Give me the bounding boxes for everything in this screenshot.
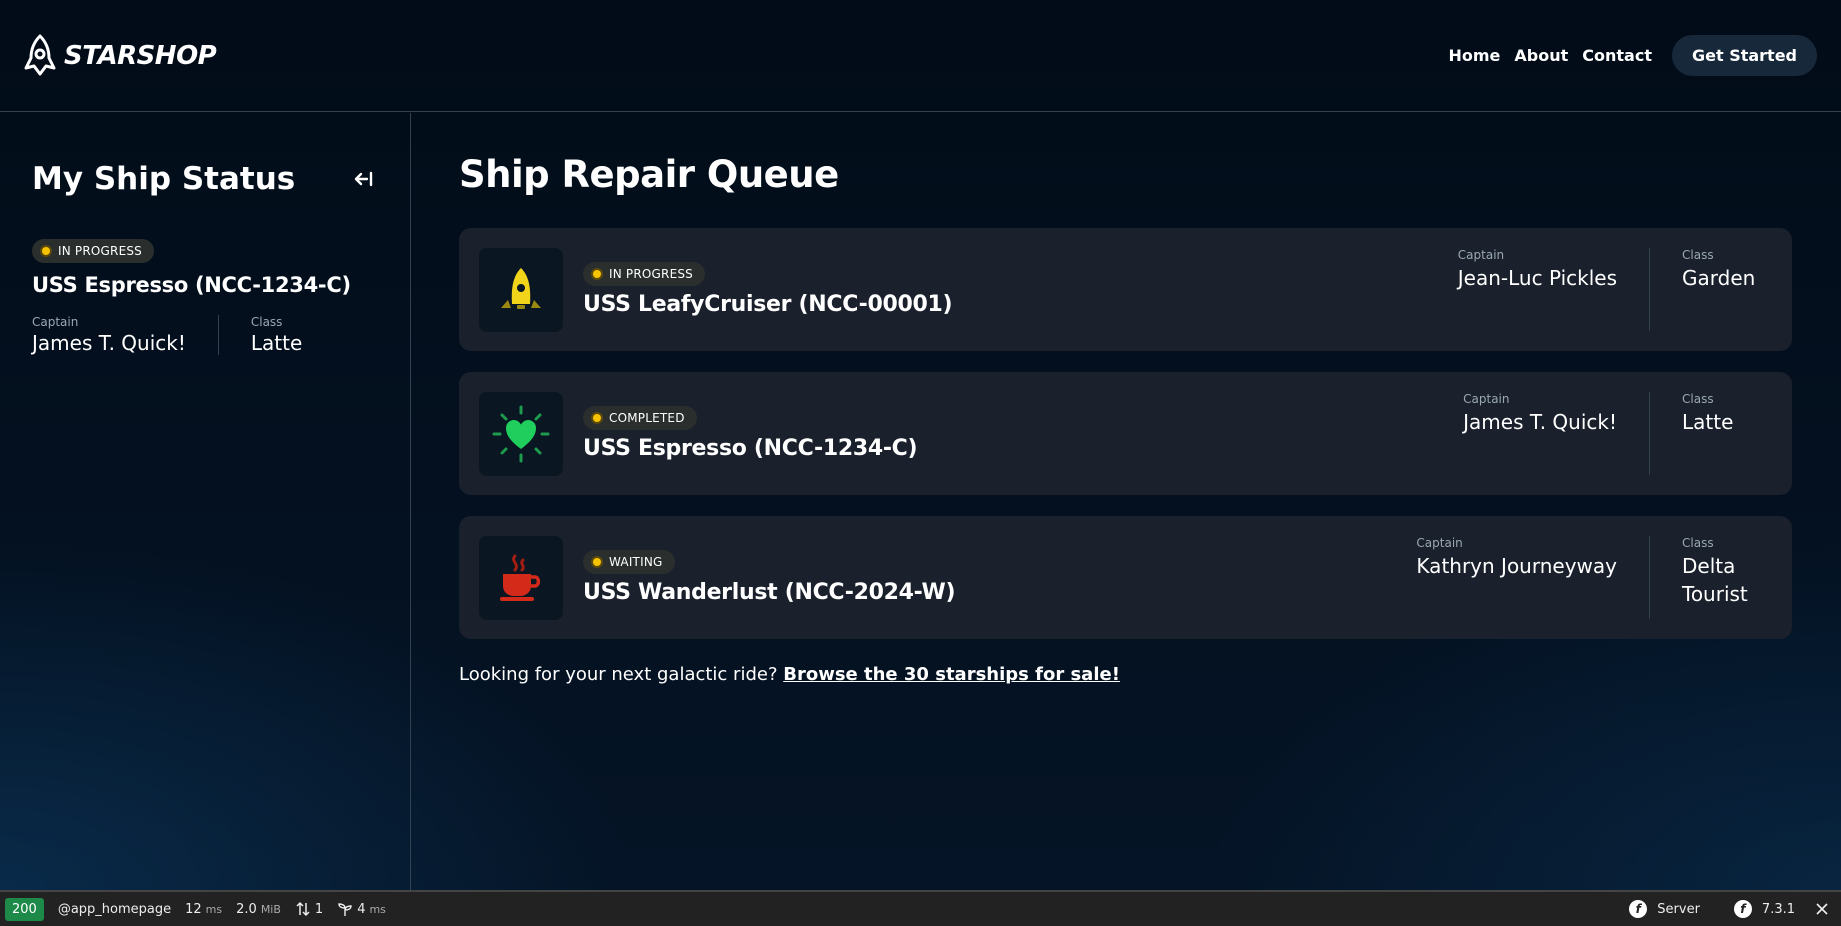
heart-icon	[492, 405, 550, 462]
class-block: Class Latte	[219, 315, 302, 355]
captain-value: James T. Quick!	[32, 331, 186, 355]
browse-note-text: Looking for your next galactic ride?	[459, 664, 778, 685]
captain-block: Captain James T. Quick!	[1463, 392, 1650, 475]
captain-block: Captain Jean-Luc Pickles	[1458, 248, 1650, 331]
server-info[interactable]: f Server	[1629, 900, 1700, 918]
captain-label: Captain	[1463, 392, 1510, 406]
ship-image	[479, 247, 563, 332]
status-dot-icon	[593, 414, 601, 422]
browse-starships-link[interactable]: Browse the 30 starships for sale!	[783, 664, 1120, 685]
twig-icon	[338, 903, 352, 916]
memory-usage[interactable]: 2.0 MiB	[236, 902, 281, 917]
request-arrows-icon	[296, 901, 310, 917]
rocket-logo-icon	[24, 34, 56, 75]
nav-contact-link[interactable]: Contact	[1582, 46, 1652, 65]
status-badge: WAITING	[583, 550, 675, 574]
collapse-sidebar-button[interactable]	[352, 167, 376, 191]
class-label: Class	[1682, 248, 1714, 262]
class-block: Class Latte	[1650, 392, 1772, 475]
brand[interactable]: STARSHOP	[24, 34, 217, 78]
ship-card[interactable]: WAITING USS Wanderlust (NCC-2024-W) Capt…	[459, 516, 1792, 639]
status-text: IN PROGRESS	[58, 244, 143, 258]
nav-home-link[interactable]: Home	[1449, 46, 1501, 65]
sidebar-ship-meta: Captain James T. Quick! Class Latte	[32, 315, 378, 355]
debug-toolbar: 200 @app_homepage 12 ms 2.0 MiB 1 4 ms f…	[0, 890, 1841, 926]
get-started-button[interactable]: Get Started	[1671, 35, 1817, 76]
site-header: STARSHOP Home About Contact Get Started	[0, 0, 1841, 112]
class-value: Delta Tourist	[1682, 554, 1748, 606]
collapse-arrow-icon	[354, 171, 373, 187]
ship-card[interactable]: IN PROGRESS USS LeafyCruiser (NCC-00001)…	[459, 228, 1792, 351]
captain-label: Captain	[1457, 248, 1505, 262]
repair-queue-list: IN PROGRESS USS LeafyCruiser (NCC-00001)…	[459, 228, 1792, 639]
close-toolbar-button[interactable]	[1815, 902, 1829, 916]
class-block: Class Garden	[1650, 248, 1772, 331]
ship-name: USS LeafyCruiser (NCC-00001)	[583, 292, 953, 317]
brand-name: STARSHOP	[64, 40, 217, 71]
class-block: Class Delta Tourist	[1650, 536, 1772, 619]
memory-unit: MiB	[260, 902, 281, 916]
status-badge: IN PROGRESS	[583, 262, 706, 286]
main-content: Ship Repair Queue IN PROGRESS USS LeafyC…	[459, 113, 1792, 890]
class-value: Latte	[250, 331, 303, 355]
render-value: 4	[357, 901, 366, 917]
status-text: WAITING	[609, 555, 663, 569]
close-icon	[1816, 903, 1828, 915]
class-label: Class	[1682, 392, 1714, 406]
coffee-cup-icon	[500, 554, 541, 601]
request-time[interactable]: 12 ms	[185, 902, 222, 917]
ship-name: USS Wanderlust (NCC-2024-W)	[583, 580, 956, 605]
main-nav: Home About Contact Get Started	[1449, 35, 1817, 76]
sidebar-ship-name: USS Espresso (NCC-1234-C)	[32, 273, 351, 297]
symfony-icon: f	[1733, 900, 1752, 918]
class-value: Garden	[1682, 266, 1756, 290]
requests-value: 1	[314, 901, 324, 917]
captain-block: Captain James T. Quick!	[32, 315, 219, 355]
rocket-icon	[501, 267, 541, 309]
captain-value: Kathryn Journeyway	[1416, 554, 1617, 578]
status-text: IN PROGRESS	[609, 267, 694, 281]
symfony-version[interactable]: f 7.3.1	[1733, 900, 1795, 918]
status-text: COMPLETED	[609, 411, 685, 425]
symfony-icon: f	[1629, 900, 1648, 918]
status-badge: COMPLETED	[583, 406, 697, 430]
status-dot-icon	[593, 270, 601, 278]
class-label: Class	[250, 315, 283, 329]
ship-image	[479, 391, 563, 476]
ship-meta: Captain James T. Quick! Class Latte	[1463, 372, 1772, 495]
time-value: 12	[185, 901, 202, 917]
route-name[interactable]: @app_homepage	[58, 902, 171, 917]
version-text: 7.3.1	[1761, 901, 1795, 917]
requests-count[interactable]: 1	[295, 901, 323, 917]
sidebar-title: My Ship Status	[32, 161, 296, 197]
nav-about-link[interactable]: About	[1514, 46, 1568, 65]
captain-label: Captain	[32, 315, 79, 329]
status-code-badge[interactable]: 200	[5, 897, 44, 921]
route-text: @app_homepage	[57, 901, 172, 917]
captain-label: Captain	[1416, 536, 1463, 550]
render-unit: ms	[369, 902, 386, 916]
server-text: Server	[1657, 901, 1700, 917]
ship-image	[479, 535, 563, 620]
captain-block: Captain Kathryn Journeyway	[1416, 536, 1650, 619]
ship-meta: Captain Jean-Luc Pickles Class Garden	[1458, 228, 1772, 351]
browse-note: Looking for your next galactic ride? Bro…	[459, 664, 1792, 685]
page-title: Ship Repair Queue	[459, 153, 839, 196]
ship-status-sidebar: My Ship Status IN PROGRESS USS Espresso …	[0, 113, 411, 890]
status-dot-icon	[42, 247, 50, 255]
status-badge: IN PROGRESS	[32, 239, 155, 263]
memory-value: 2.0	[236, 901, 257, 917]
ship-name: USS Espresso (NCC-1234-C)	[583, 436, 918, 461]
captain-value: Jean-Luc Pickles	[1457, 266, 1617, 290]
ship-card[interactable]: COMPLETED USS Espresso (NCC-1234-C) Capt…	[459, 372, 1792, 495]
twig-render-time[interactable]: 4 ms	[337, 901, 386, 917]
status-dot-icon	[593, 558, 601, 566]
captain-value: James T. Quick!	[1463, 410, 1617, 434]
time-unit: ms	[205, 902, 223, 916]
class-value: Latte	[1682, 410, 1734, 434]
ship-meta: Captain Kathryn Journeyway Class Delta T…	[1416, 516, 1772, 639]
class-label: Class	[1682, 536, 1714, 550]
